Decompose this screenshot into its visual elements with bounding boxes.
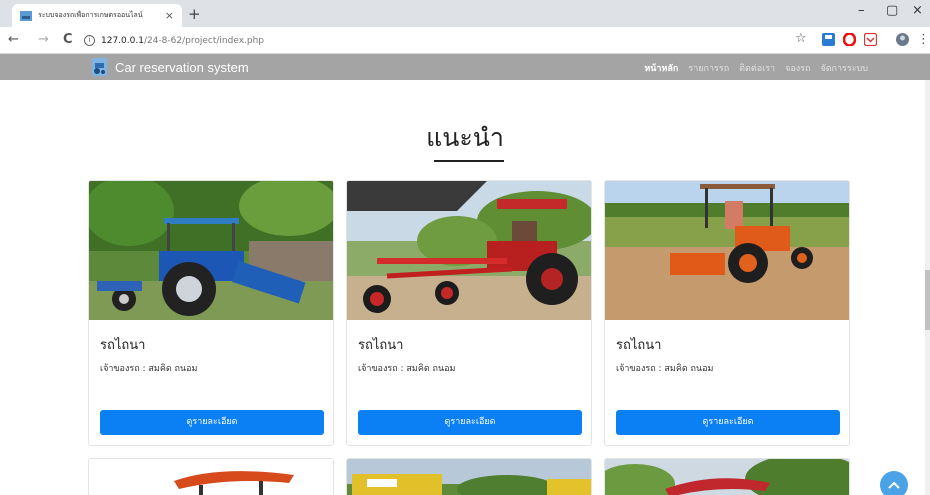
- address-bar[interactable]: i 127.0.0.1 /24-8-62/project/index.php: [84, 31, 824, 50]
- nav-car-list[interactable]: รายการรถ: [688, 61, 729, 75]
- opera-extension-icon[interactable]: [843, 33, 856, 46]
- save-extension-icon[interactable]: [822, 33, 835, 46]
- title-underline: [434, 160, 504, 162]
- site-info-icon[interactable]: i: [84, 35, 95, 46]
- pocket-extension-icon[interactable]: [864, 33, 877, 46]
- page-content: แนะนำ รถไถนา เจ้าของรถ: สมคิด ถนอม ดูรา…: [0, 80, 930, 495]
- window-close-icon[interactable]: ×: [912, 3, 923, 18]
- page-title: แนะนำ: [426, 123, 504, 152]
- nav-admin[interactable]: จัดการระบบ: [820, 61, 868, 75]
- browser-tab[interactable]: ระบบจองรถเพื่อการเกษตรออนไลน์ ×: [12, 4, 182, 27]
- minimize-icon[interactable]: –: [858, 3, 865, 18]
- new-tab-icon[interactable]: +: [188, 5, 201, 23]
- nav-reserve[interactable]: จองรถ: [785, 61, 810, 75]
- browser-menu-icon[interactable]: ⋮: [917, 32, 930, 47]
- car-card: [346, 458, 592, 495]
- tab-strip: ระบบจองรถเพื่อการเกษตรออนไลน์ × + – ▢ ×: [0, 0, 930, 27]
- scrollbar-thumb[interactable]: [925, 270, 930, 330]
- maximize-icon[interactable]: ▢: [886, 3, 898, 18]
- nav-home[interactable]: หน้าหลัก: [644, 61, 678, 75]
- car-photo: [605, 181, 849, 320]
- car-photo: [89, 181, 333, 320]
- car-card: [88, 458, 334, 495]
- page-scrollbar[interactable]: [925, 80, 930, 495]
- car-card: [604, 458, 850, 495]
- site-brand[interactable]: Car reservation system: [92, 58, 249, 76]
- car-card: รถไถนา เจ้าของรถ : สมคิด ถนอม ดูรายละเอี…: [604, 180, 850, 446]
- tractor-logo-icon: [92, 58, 107, 76]
- view-details-button[interactable]: ดูรายละเอียด: [616, 410, 840, 435]
- view-details-button[interactable]: ดูรายละเอียด: [358, 410, 582, 435]
- car-photo: [605, 459, 849, 495]
- forward-icon[interactable]: →: [38, 32, 49, 47]
- reload-icon[interactable]: C: [63, 32, 73, 47]
- tab-title: ระบบจองรถเพื่อการเกษตรออนไลน์: [38, 11, 143, 19]
- scroll-to-top-button[interactable]: [880, 471, 908, 495]
- car-owner: เจ้าของรถ : สมคิด ถนอม: [100, 364, 198, 374]
- site-nav: หน้าหลัก รายการรถ ติดต่อเรา จองรถ จัดการ…: [644, 61, 868, 75]
- car-owner: เจ้าของรถ : สมคิด ถนอม: [616, 364, 714, 374]
- url-host: 127.0.0.1: [101, 35, 144, 46]
- browser-toolbar: ← → C i 127.0.0.1 /24-8-62/project/index…: [0, 27, 930, 54]
- car-name: รถไถนา: [100, 338, 146, 353]
- car-name: รถไถนา: [358, 338, 404, 353]
- brand-title: Car reservation system: [115, 59, 249, 75]
- tab-close-icon[interactable]: ×: [165, 9, 174, 22]
- nav-contact[interactable]: ติดต่อเรา: [739, 61, 775, 75]
- profile-avatar-icon[interactable]: [896, 33, 909, 46]
- chevron-up-icon: [888, 481, 900, 489]
- car-card: รถไถนา เจ้าของรถ : สมคิด ถนอม ดูรายละเอี…: [88, 180, 334, 446]
- car-photo: [89, 459, 333, 495]
- url-path: /24-8-62/project/index.php: [143, 35, 265, 46]
- car-owner: เจ้าของรถ : สมคิด ถนอม: [358, 364, 456, 374]
- back-icon[interactable]: ←: [8, 32, 19, 47]
- car-card: รถไถนา เจ้าของรถ : สมคิด ถนอม ดูรายละเอี…: [346, 180, 592, 446]
- site-favicon-icon: [20, 10, 32, 21]
- car-photo: [347, 459, 591, 495]
- browser-window: ระบบจองรถเพื่อการเกษตรออนไลน์ × + – ▢ × …: [0, 0, 930, 495]
- bookmark-star-icon[interactable]: ☆: [795, 31, 807, 46]
- site-navbar: Car reservation system หน้าหลัก รายการรถ…: [0, 54, 930, 80]
- view-details-button[interactable]: ดูรายละเอียด: [100, 410, 324, 435]
- car-photo: [347, 181, 591, 320]
- car-name: รถไถนา: [616, 338, 662, 353]
